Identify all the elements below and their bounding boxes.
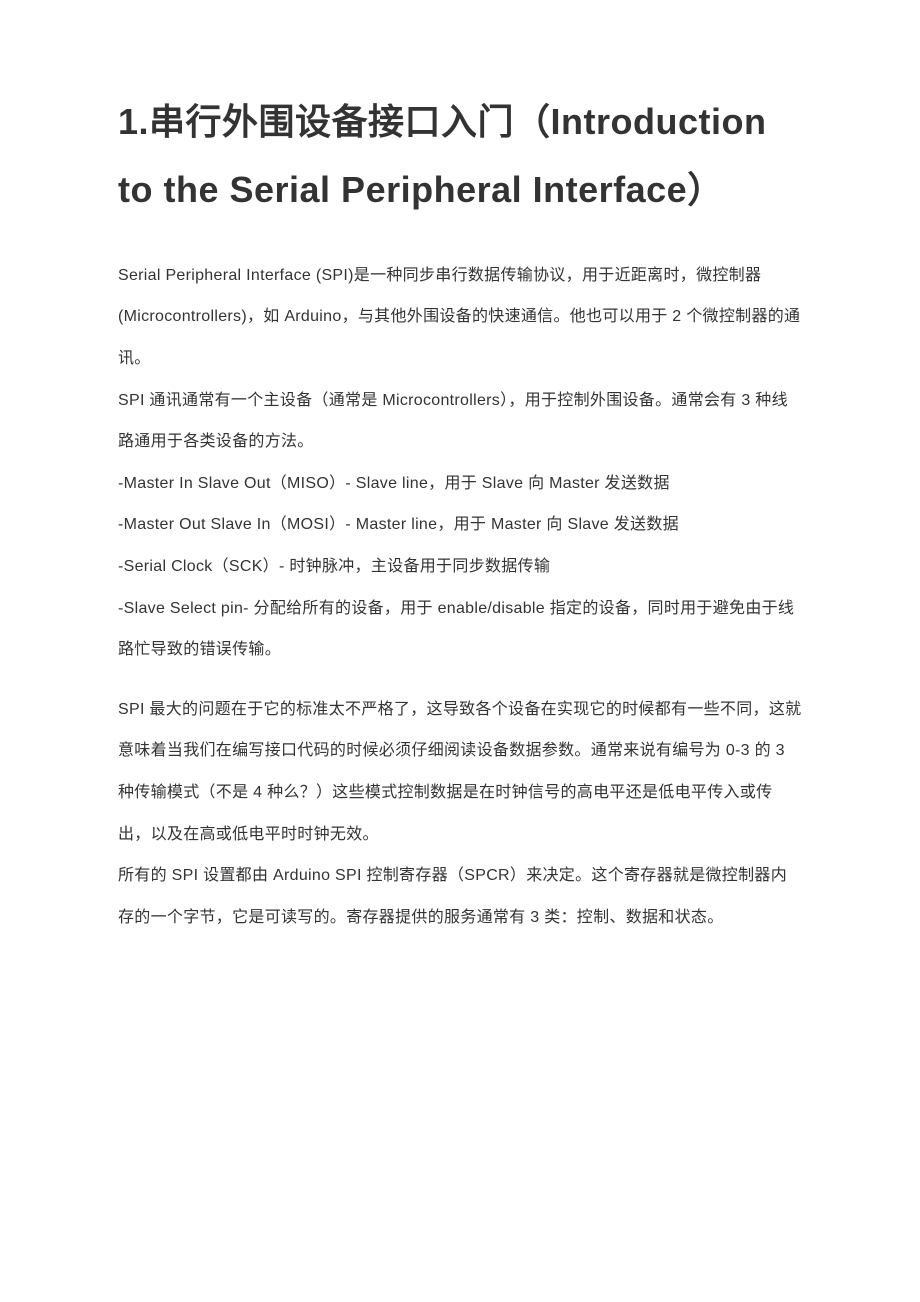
paragraph-master-device: SPI 通讯通常有一个主设备（通常是 Microcontrollers），用于控… [118,380,802,463]
document-heading: 1.串行外围设备接口入门（Introduction to the Serial … [118,88,802,225]
paragraph-intro: Serial Peripheral Interface (SPI)是一种同步串行… [118,255,802,380]
paragraph-spcr: 所有的 SPI 设置都由 Arduino SPI 控制寄存器（SPCR）来决定。… [118,855,802,938]
paragraph-mosi: -Master Out Slave In（MOSI）- Master line，… [118,504,802,546]
paragraph-miso: -Master In Slave Out（MISO）- Slave line，用… [118,463,802,505]
paragraph-sck: -Serial Clock（SCK）- 时钟脉冲，主设备用于同步数据传输 [118,546,802,588]
paragraph-slave-select: -Slave Select pin- 分配给所有的设备，用于 enable/di… [118,588,802,671]
paragraph-standards: SPI 最大的问题在于它的标准太不严格了，这导致各个设备在实现它的时候都有一些不… [118,689,802,855]
